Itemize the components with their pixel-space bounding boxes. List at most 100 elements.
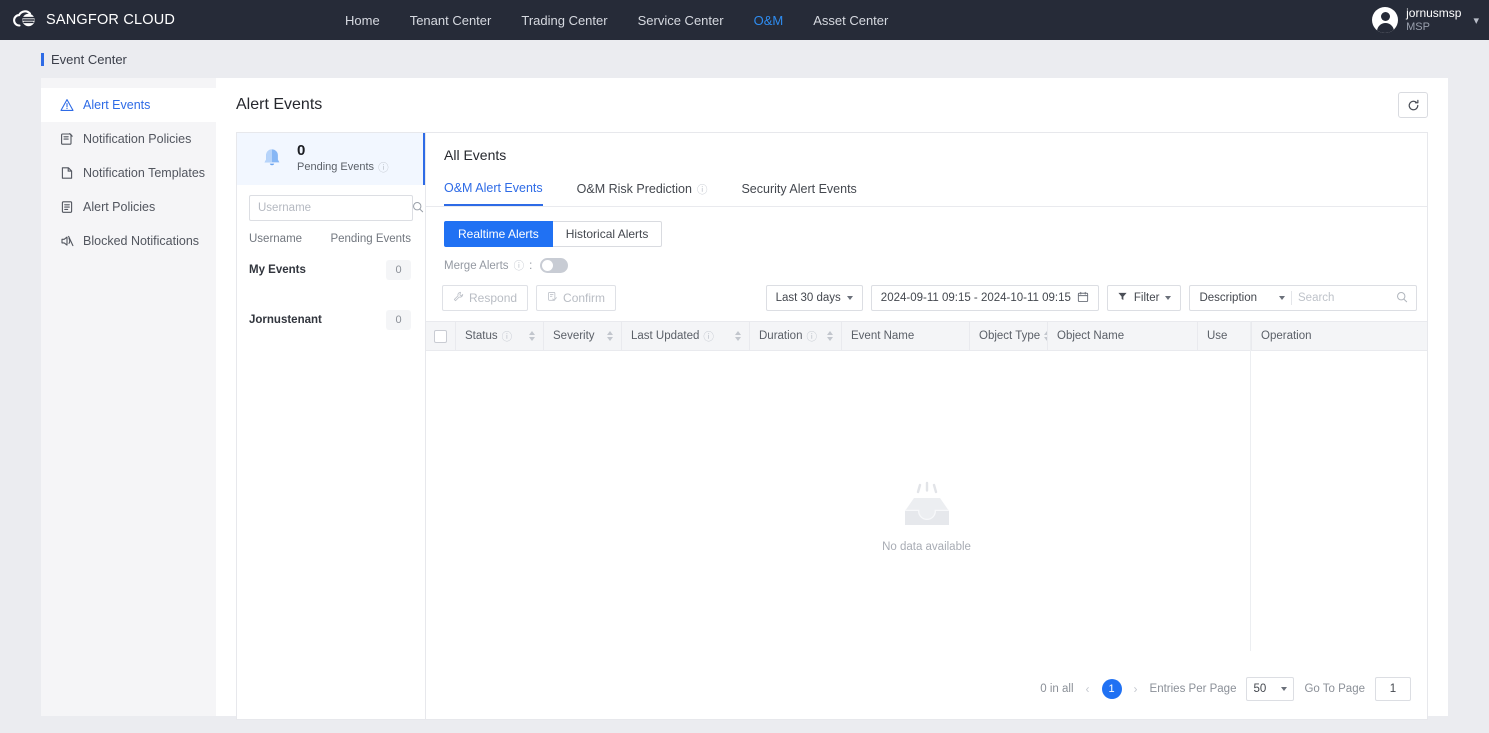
search-input[interactable] [258,202,412,214]
tab-om-risk-prediction[interactable]: O&M Risk Prediction ⓘ [577,181,708,206]
user-col-username: Username [249,233,303,245]
pending-events-text: 0 Pending Events ⓘ [297,143,389,175]
select-all-cell [426,321,456,351]
sidebar-item-label: Notification Templates [83,166,206,180]
nav-link-trading-center[interactable]: Trading Center [521,13,607,28]
nav-link-om[interactable]: O&M [754,13,784,28]
confirm-label: Confirm [563,291,606,305]
tab-om-alert-events[interactable]: O&M Alert Events [444,181,543,206]
filter-button[interactable]: Filter [1106,285,1182,311]
warning-triangle-icon [60,98,74,112]
column-event-name[interactable]: Event Name [842,321,970,351]
tab-security-alert-events[interactable]: Security Alert Events [741,181,856,206]
time-preset-select[interactable]: Last 30 days [765,285,863,311]
sidebar-item-label: Blocked Notifications [83,234,200,248]
info-icon[interactable]: ⓘ [697,182,708,197]
column-status[interactable]: Status ⓘ [456,321,544,351]
info-icon[interactable]: ⓘ [703,329,714,344]
chevron-down-icon [846,296,853,300]
go-to-page-input[interactable]: 1 [1375,677,1411,701]
sidebar-item-alert-events[interactable]: Alert Events [41,88,216,122]
breadcrumb-marker [41,52,44,66]
nav-link-tenant-center[interactable]: Tenant Center [410,13,492,28]
list-item[interactable]: Jornustenant 0 [237,295,425,345]
search-input[interactable]: Search [1298,292,1390,304]
segment-realtime-alerts[interactable]: Realtime Alerts [444,221,553,247]
go-to-page-label: Go To Page [1304,683,1365,695]
sidebar: Alert Events Notification Policies Notif… [41,78,216,716]
column-user-truncated[interactable]: Use [1198,321,1238,351]
column-object-type[interactable]: Object Type [970,321,1048,351]
user-meta: jornusmsp MSP [1406,6,1461,35]
search-control[interactable]: Description Search [1189,285,1417,311]
column-last-updated[interactable]: Last Updated ⓘ [622,321,750,351]
empty-state: No data available [426,351,1427,681]
search-field-select[interactable]: Description [1199,292,1257,304]
avatar [1372,7,1399,33]
segment-historical-alerts[interactable]: Historical Alerts [552,221,663,247]
sort-toggle[interactable] [607,331,613,341]
brand-logo[interactable]: SANGFOR CLOUD [0,9,175,32]
merge-alerts-label: Merge Alerts [444,259,509,272]
respond-button[interactable]: Respond [442,285,529,311]
nav-link-service-center[interactable]: Service Center [638,13,724,28]
refresh-button[interactable] [1398,92,1428,118]
column-label: Status [465,330,498,342]
user-row-count: 0 [386,310,411,330]
pending-events-card: 0 Pending Events ⓘ [237,133,425,185]
events-toolbar: Respond Confirm Last 30 days 2024-09-11 … [434,285,1427,311]
total-count: 0 in all [1040,683,1074,695]
chevron-right-icon[interactable]: › [1132,682,1140,696]
cloud-logo-icon [12,9,38,32]
brand-name: SANGFOR CLOUD [46,12,176,28]
date-range-picker[interactable]: 2024-09-11 09:15 - 2024-10-11 09:15 [870,285,1099,311]
sidebar-item-blocked-notifications[interactable]: Blocked Notifications [41,224,216,258]
events-pane: All Events O&M Alert Events O&M Risk Pre… [426,132,1428,720]
sort-toggle[interactable] [827,331,833,341]
user-list-header: Username Pending Events [237,221,425,245]
funnel-icon [1117,291,1128,305]
search-icon[interactable] [412,201,424,216]
tab-label: O&M Alert Events [444,181,543,195]
chevron-left-icon[interactable]: ‹ [1084,682,1092,696]
select-all-checkbox[interactable] [434,329,447,343]
nav-link-home[interactable]: Home [345,13,380,28]
sidebar-item-notification-policies[interactable]: Notification Policies [41,122,216,156]
column-label: Severity [553,330,595,342]
pending-events-label: Pending Events [297,161,375,174]
info-icon[interactable]: ⓘ [806,329,817,344]
policy-doc-icon [60,132,74,146]
list-item[interactable]: My Events 0 [237,245,425,295]
table-header-row: Status ⓘ Severity Last Updated ⓘ Duratio… [426,321,1427,351]
entries-per-page-select[interactable]: 50 [1246,677,1295,701]
chevron-down-icon[interactable]: ▾ [1473,14,1479,27]
confirm-button[interactable]: Confirm [536,285,617,311]
merge-alerts-toggle[interactable] [540,258,569,273]
info-icon[interactable]: ⓘ [378,160,389,175]
content-area: Alert Events 0 Pending Events ⓘ Username… [216,78,1448,720]
column-severity[interactable]: Severity [544,321,622,351]
search-icon[interactable] [1396,291,1408,306]
info-icon[interactable]: ⓘ [514,258,525,273]
calendar-icon [1077,291,1089,306]
nav-link-asset-center[interactable]: Asset Center [813,13,888,28]
sidebar-item-label: Alert Policies [83,200,156,214]
chevron-down-icon [1165,296,1172,300]
events-table: Status ⓘ Severity Last Updated ⓘ Duratio… [426,321,1427,681]
user-menu[interactable]: jornusmsp MSP ▾ [1372,0,1479,40]
column-label: Use [1207,330,1228,342]
info-icon[interactable]: ⓘ [502,329,513,344]
sidebar-item-notification-templates[interactable]: Notification Templates [41,156,216,190]
wrench-icon [453,291,464,305]
sort-toggle[interactable] [735,331,741,341]
pending-events-label-row: Pending Events ⓘ [297,160,389,175]
username-search-box[interactable] [249,195,424,221]
sidebar-item-alert-policies[interactable]: Alert Policies [41,190,216,224]
tab-label: Security Alert Events [741,182,857,196]
time-preset-value: Last 30 days [775,292,841,304]
page-number-1[interactable]: 1 [1101,679,1122,699]
column-label: Last Updated [631,330,700,342]
column-duration[interactable]: Duration ⓘ [750,321,842,351]
column-object-name[interactable]: Object Name [1048,321,1198,351]
sort-toggle[interactable] [529,331,535,341]
